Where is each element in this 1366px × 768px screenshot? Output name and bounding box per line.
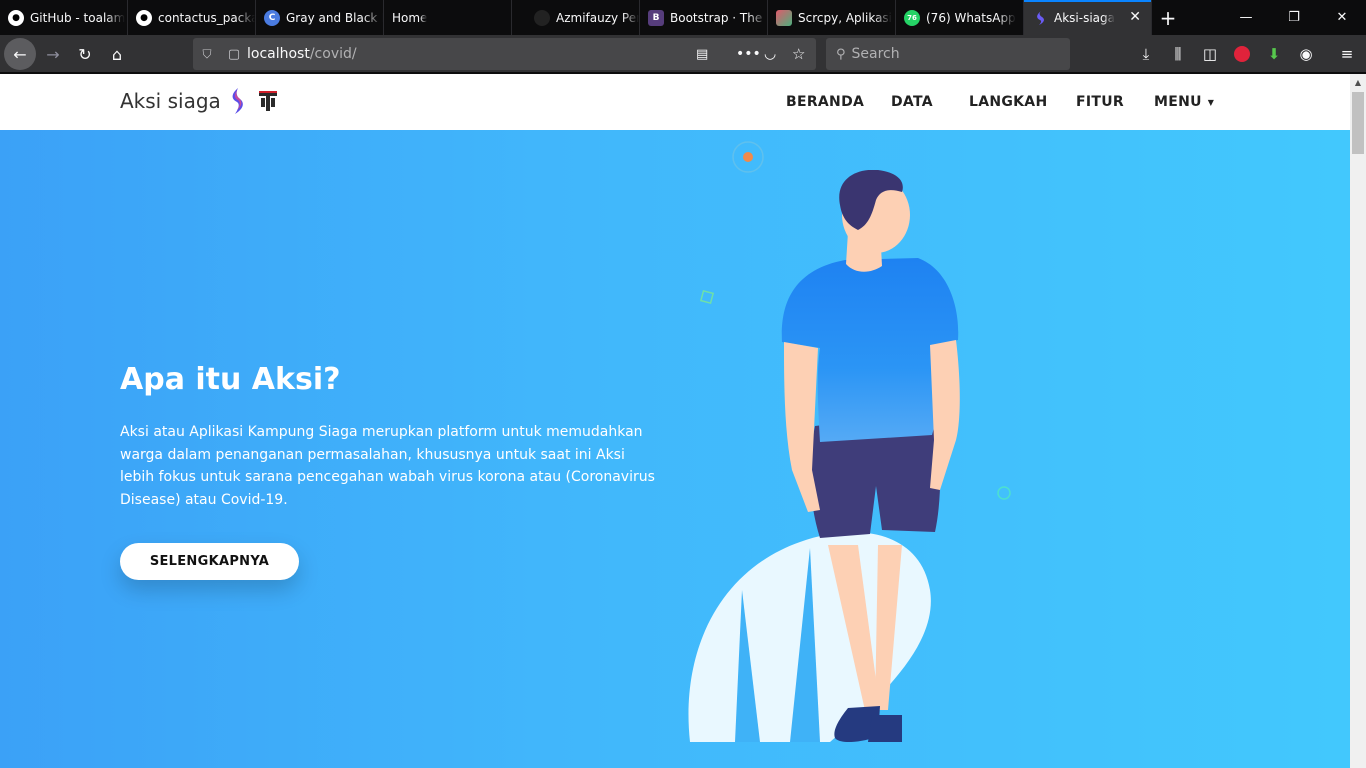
tab-title: Gray and Black F: [286, 10, 383, 25]
page-info-icon[interactable]: ▢: [221, 47, 247, 62]
caret-down-icon: ▼: [1207, 97, 1215, 107]
page-viewport: Aksi siaga BERANDA DATA LANGKAH FITUR ME…: [0, 74, 1350, 768]
hero-section: Apa itu Aksi? Aksi atau Aplikasi Kampung…: [0, 130, 1350, 768]
download-helper-icon[interactable]: ⬇: [1260, 38, 1288, 70]
tab-aksi-siaga[interactable]: Aksi-siaga ✕: [1024, 0, 1152, 35]
reader-view-icon[interactable]: ▤: [696, 47, 708, 62]
whatsapp-icon: 76: [904, 9, 920, 26]
pocket-icon[interactable]: ◡: [764, 46, 776, 62]
nav-menu[interactable]: MENU ▼: [1154, 94, 1214, 110]
scrollbar[interactable]: ▲: [1350, 74, 1366, 768]
nav-beranda[interactable]: BERANDA: [786, 94, 864, 110]
c-icon: C: [264, 9, 280, 26]
tut-wuri-logo-icon: [258, 91, 277, 111]
tab-title: Bootstrap · The m: [670, 10, 767, 25]
tab-title: GitHub - toalam: [30, 10, 126, 25]
nav-toolbar: ← → ↻ ⌂ ⛉ ▢ localhost/covid/ ▤ ••• ◡ ☆ ⚲…: [0, 35, 1366, 73]
avatar-icon: [534, 9, 550, 26]
menu-hamburger-icon[interactable]: ≡: [1333, 38, 1361, 70]
minimize-icon[interactable]: —: [1222, 0, 1270, 35]
tab-bar: ● GitHub - toalam ● contactus_packa C Gr…: [0, 0, 1366, 35]
search-placeholder: Search: [851, 46, 900, 62]
brand[interactable]: Aksi siaga: [120, 88, 277, 114]
nav-menu-label: MENU: [1154, 94, 1202, 110]
github-icon: ●: [8, 9, 24, 26]
bookmark-star-icon[interactable]: ☆: [792, 45, 805, 63]
tab-title: contactus_packa: [158, 10, 255, 25]
url-path: /covid/: [309, 46, 357, 62]
decorative-shapes: [699, 141, 1011, 500]
scrcpy-icon: [776, 9, 792, 26]
scroll-up-icon[interactable]: ▲: [1350, 74, 1366, 90]
close-tab-icon[interactable]: ✕: [1129, 9, 1141, 25]
tab-bootstrap[interactable]: B Bootstrap · The m: [640, 0, 768, 35]
nav-data[interactable]: DATA: [891, 94, 933, 110]
tab-title: (76) WhatsApp: [926, 10, 1016, 25]
account-icon[interactable]: ◉: [1292, 38, 1320, 70]
tab-title: Aksi-siaga: [1054, 10, 1115, 25]
url-host: localhost: [247, 46, 310, 62]
more-actions-icon[interactable]: •••: [736, 46, 761, 62]
forward-icon[interactable]: →: [37, 38, 69, 70]
flame-logo-icon: [232, 88, 243, 114]
nav-langkah[interactable]: LANGKAH: [969, 94, 1047, 110]
back-icon[interactable]: ←: [4, 38, 36, 70]
tab-github[interactable]: ● GitHub - toalam: [0, 0, 128, 35]
tab-home[interactable]: Home: [384, 0, 512, 35]
tab-whatsapp[interactable]: 76 (76) WhatsApp: [896, 0, 1024, 35]
tab-title: Scrcpy, Aplikasi: [798, 10, 893, 25]
sidebar-icon[interactable]: ◫: [1196, 38, 1224, 70]
downloads-icon[interactable]: ⤓: [1132, 38, 1160, 70]
person-illustration: [688, 170, 960, 742]
tab-azmifauzy[interactable]: Azmifauzy Perso: [512, 0, 640, 35]
github-icon: ●: [136, 9, 152, 26]
tab-gray-black[interactable]: C Gray and Black F: [256, 0, 384, 35]
new-tab-button[interactable]: +: [1152, 0, 1184, 35]
tab-title: Azmifauzy Perso: [556, 10, 639, 25]
window-controls: — ❐ ✕: [1222, 0, 1366, 35]
url-bar[interactable]: ⛉ ▢ localhost/covid/ ▤ ••• ◡ ☆: [193, 38, 816, 70]
brand-name: Aksi siaga: [120, 89, 221, 113]
aksi-icon: [1032, 10, 1048, 26]
search-bar[interactable]: ⚲ Search: [826, 38, 1070, 70]
site-header: Aksi siaga BERANDA DATA LANGKAH FITUR ME…: [0, 74, 1350, 130]
restore-icon[interactable]: ❐: [1270, 0, 1318, 35]
tab-title: Home: [392, 10, 428, 25]
adblock-icon[interactable]: [1228, 38, 1256, 70]
reload-icon[interactable]: ↻: [69, 38, 101, 70]
tab-contactus[interactable]: ● contactus_packa: [128, 0, 256, 35]
scroll-thumb[interactable]: [1352, 92, 1364, 154]
bootstrap-icon: B: [648, 9, 664, 26]
search-icon: ⚲: [836, 46, 846, 62]
tab-scrcpy[interactable]: Scrcpy, Aplikasi: [768, 0, 896, 35]
nav-fitur[interactable]: FITUR: [1076, 94, 1124, 110]
shield-icon[interactable]: ⛉: [193, 47, 221, 62]
home-icon[interactable]: ⌂: [101, 38, 133, 70]
library-icon[interactable]: ⫼: [1164, 38, 1192, 70]
close-window-icon[interactable]: ✕: [1318, 0, 1366, 35]
